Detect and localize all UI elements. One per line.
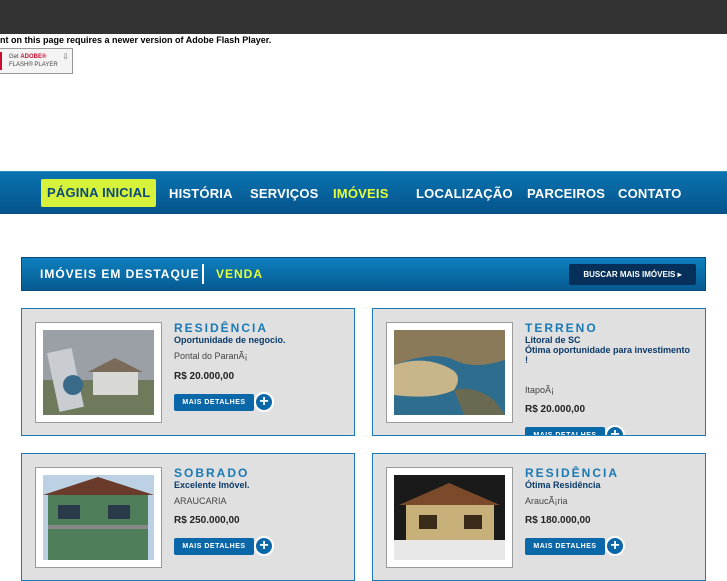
listing-title: Ótima Residência [525,480,601,490]
nav-location[interactable]: LOCALIZAÇÃO [416,186,513,201]
nav-partners[interactable]: PARCEIROS [527,186,605,201]
residence-photo-image [394,475,505,560]
get-flash-player-button[interactable]: Get ADOBE® FLASH® PLAYER ⇩ [0,48,73,74]
plus-icon: + [605,536,625,556]
townhouse-photo-image [43,475,154,560]
search-more-properties-button[interactable]: BUSCAR MAIS IMÓVEIS ▸ [569,264,696,285]
listing-price: R$ 20.000,00 [525,404,586,415]
listing-card: SOBRADO Excelente Imóvel. ARAUCARIA R$ 2… [21,453,355,581]
listing-type: RESIDÊNCIA [525,466,620,480]
listing-photo[interactable] [35,467,162,568]
main-navigation: PÁGINA INICIAL HISTÓRIA SERVIÇOS IMÓVEIS… [0,171,727,214]
listing-price: R$ 20.000,00 [174,371,235,382]
listing-photo[interactable] [386,322,513,423]
nav-history[interactable]: HISTÓRIA [169,186,233,201]
listing-type: RESIDÊNCIA [174,321,269,335]
listing-type: TERRENO [525,321,598,335]
nav-services[interactable]: SERVIÇOS [250,186,319,201]
listing-price: R$ 180.000,00 [525,515,591,526]
top-bar [0,0,727,34]
featured-label: IMÓVEIS EM DESTAQUE [40,267,200,281]
featured-sub-label: VENDA [216,267,264,281]
listing-location: Pontal do ParanÃ¡ [174,351,248,361]
plus-icon: + [254,536,274,556]
listing-price: R$ 250.000,00 [174,515,240,526]
nav-properties[interactable]: IMÓVEIS [333,186,389,201]
listing-title: Oportunidade de negocio. [174,335,286,345]
listing-location: AraucÃ¡ria [525,496,568,506]
download-arrow-icon: ⇩ [62,52,69,61]
listing-card: TERRENO Litoral de SC Ótima oportunidade… [372,308,706,436]
featured-properties-header: IMÓVEIS EM DESTAQUE VENDA BUSCAR MAIS IM… [21,257,706,291]
listing-photo[interactable] [386,467,513,568]
listing-title: Excelente Imóvel. [174,480,250,490]
adobe-logo-icon [0,52,2,70]
listing-card: RESIDÊNCIA Ótima Residência AraucÃ¡ria R… [372,453,706,581]
listing-location: ItapoÃ¡ [525,385,555,395]
flash-required-message: ent on this page requires a newer versio… [0,35,272,45]
coast-photo-image [394,330,505,415]
house-photo-image [43,330,154,415]
nav-home[interactable]: PÁGINA INICIAL [41,179,157,207]
listing-location: ARAUCARIA [174,496,227,506]
listing-type: SOBRADO [174,466,250,480]
plus-icon: + [605,425,625,435]
plus-icon: + [254,392,274,412]
listing-photo[interactable] [35,322,162,423]
listing-title: Litoral de SC Ótima oportunidade para in… [525,335,691,365]
listing-card: RESIDÊNCIA Oportunidade de negocio. Pont… [21,308,355,436]
divider [202,264,204,284]
nav-contact[interactable]: CONTATO [618,186,682,201]
